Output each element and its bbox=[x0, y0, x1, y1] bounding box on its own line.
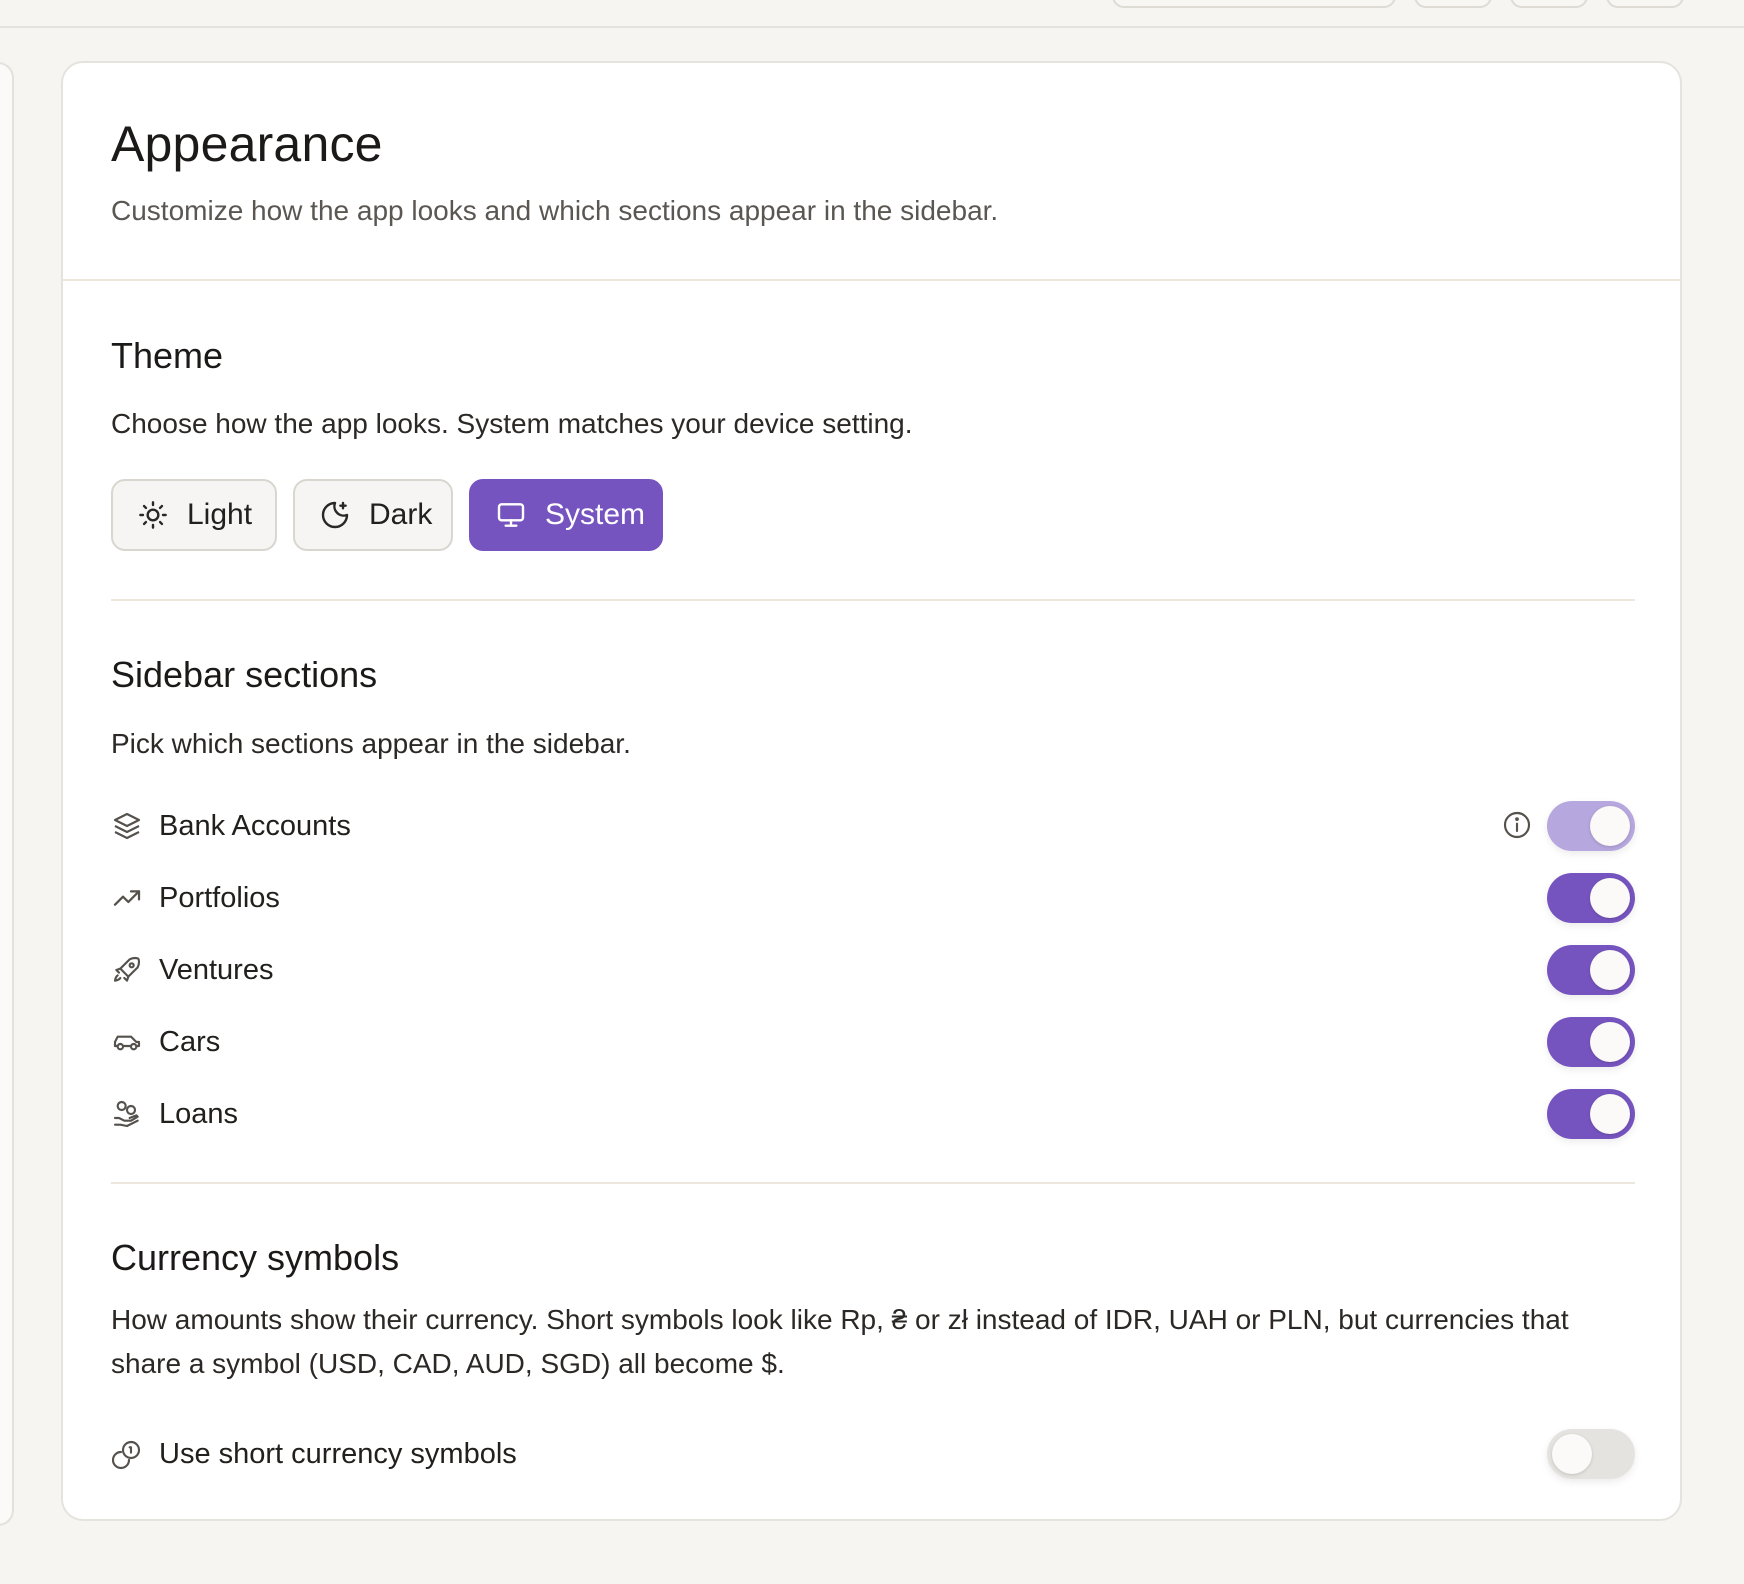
trending-up-icon bbox=[111, 882, 143, 914]
sidebar-item-label: Ventures bbox=[159, 953, 274, 986]
short-currency-symbols-label: Use short currency symbols bbox=[159, 1437, 517, 1470]
sidebar-item-bank-accounts: Bank Accounts bbox=[111, 801, 1635, 851]
cars-toggle[interactable] bbox=[1547, 1017, 1635, 1067]
sun-icon bbox=[137, 499, 169, 531]
page-subtitle: Customize how the app looks and which se… bbox=[111, 195, 999, 226]
portfolios-toggle[interactable] bbox=[1547, 873, 1635, 923]
page-title: Appearance bbox=[111, 116, 383, 172]
currency-section-description: How amounts show their currency. Short s… bbox=[111, 1298, 1569, 1386]
sidebar-sections-title: Sidebar sections bbox=[111, 654, 378, 695]
sidebar-item-label: Bank Accounts bbox=[159, 809, 351, 842]
toggle-knob bbox=[1590, 806, 1630, 846]
sidebar-item-portfolios: Portfolios bbox=[111, 873, 1635, 923]
sidebar-item-cars: Cars bbox=[111, 1017, 1635, 1067]
monitor-icon bbox=[495, 499, 527, 531]
layers-icon bbox=[111, 810, 143, 842]
card-header: Appearance Customize how the app looks a… bbox=[63, 63, 1680, 281]
sidebar-item-label: Portfolios bbox=[159, 881, 280, 914]
toggle-knob bbox=[1590, 1094, 1630, 1134]
theme-section-description: Choose how the app looks. System matches… bbox=[111, 408, 913, 439]
rocket-icon bbox=[111, 954, 143, 986]
short-currency-symbols-toggle[interactable] bbox=[1547, 1429, 1635, 1479]
hand-coins-icon bbox=[111, 1098, 143, 1130]
car-icon bbox=[111, 1026, 143, 1058]
coins-icon bbox=[111, 1438, 143, 1470]
currency-section-title: Currency symbols bbox=[111, 1237, 400, 1278]
bank-accounts-toggle[interactable] bbox=[1547, 801, 1635, 851]
sidebar-item-ventures: Ventures bbox=[111, 945, 1635, 995]
toggle-knob bbox=[1552, 1434, 1592, 1474]
currency-description-line-2: share a symbol (USD, CAD, AUD, SGD) all … bbox=[111, 1348, 785, 1379]
info-icon[interactable] bbox=[1501, 809, 1533, 841]
theme-option-light-label: Light bbox=[187, 498, 253, 531]
top-toolbar-button[interactable] bbox=[1510, 0, 1588, 8]
short-currency-symbols-row: Use short currency symbols bbox=[111, 1429, 1635, 1479]
sidebar-item-loans: Loans bbox=[111, 1089, 1635, 1139]
theme-option-light[interactable]: Light bbox=[111, 479, 277, 551]
theme-option-system-label: System bbox=[545, 498, 646, 531]
adjacent-panel-edge bbox=[0, 62, 14, 1526]
loans-toggle[interactable] bbox=[1547, 1089, 1635, 1139]
theme-option-dark[interactable]: Dark bbox=[293, 479, 453, 551]
theme-section-title: Theme bbox=[111, 335, 224, 376]
sidebar-sections-description: Pick which sections appear in the sideba… bbox=[111, 728, 631, 759]
toggle-knob bbox=[1590, 878, 1630, 918]
top-search-field[interactable] bbox=[1112, 0, 1396, 8]
top-toolbar-button[interactable] bbox=[1606, 0, 1684, 8]
toggle-knob bbox=[1590, 1022, 1630, 1062]
ventures-toggle[interactable] bbox=[1547, 945, 1635, 995]
theme-option-system[interactable]: System bbox=[469, 479, 663, 551]
moon-icon bbox=[319, 499, 351, 531]
section-divider bbox=[111, 599, 1635, 601]
toggle-knob bbox=[1590, 950, 1630, 990]
section-divider bbox=[111, 1182, 1635, 1184]
top-toolbar-strip bbox=[0, 0, 1744, 28]
currency-description-line-1: How amounts show their currency. Short s… bbox=[111, 1304, 1569, 1335]
sidebar-item-label: Cars bbox=[159, 1025, 221, 1058]
sidebar-item-label: Loans bbox=[159, 1097, 239, 1130]
top-toolbar-button[interactable] bbox=[1414, 0, 1492, 8]
theme-option-dark-label: Dark bbox=[369, 498, 433, 531]
appearance-card: Appearance Customize how the app looks a… bbox=[61, 61, 1682, 1521]
